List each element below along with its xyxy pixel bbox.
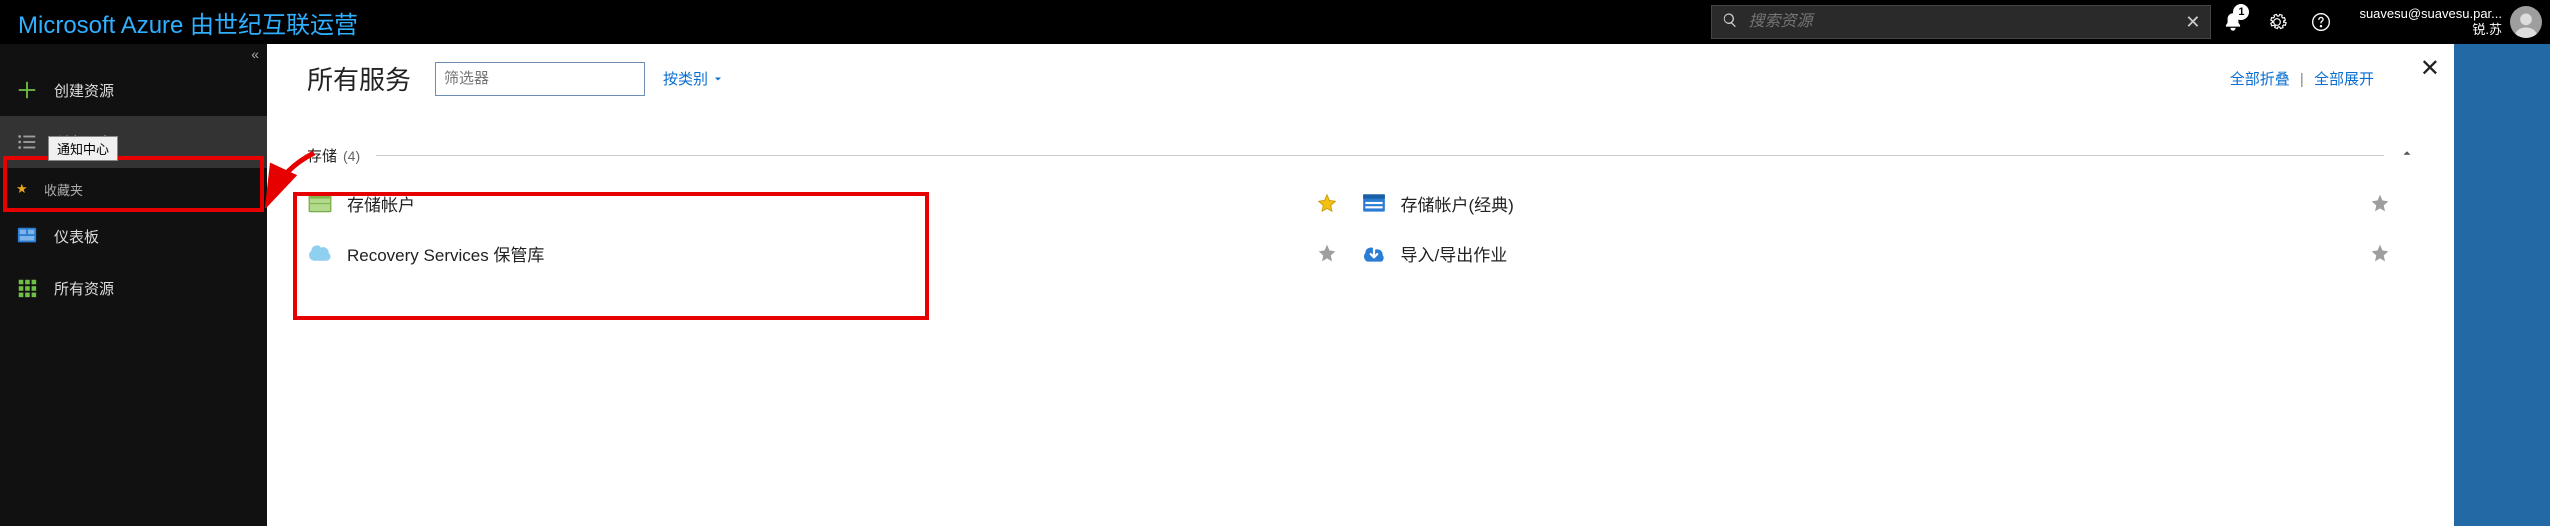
sidebar-item-all-resources[interactable]: 所有资源 [0,262,267,314]
service-grid: 存储帐户 存储帐户(经典) Recovery Services 保管库 导入/导出作业 [267,172,2454,284]
storage-account-icon [307,190,333,216]
storage-account-classic-icon [1361,190,1387,216]
notification-badge: 1 [2233,4,2249,20]
blade-actions: 全部折叠 | 全部展开 [2230,68,2374,89]
category-name: 存储 [307,145,337,166]
user-email: suavesu@suavesu.par... [2359,6,2502,22]
notifications-button[interactable]: 1 [2211,0,2255,44]
user-info: suavesu@suavesu.par... 锐.苏 [2359,6,2502,37]
sidebar-item-dashboard[interactable]: 仪表板 [0,210,267,262]
help-button[interactable] [2299,0,2343,44]
global-search-input[interactable] [1738,13,2185,31]
service-label: 存储帐户(经典) [1401,191,2371,216]
app-body: « 创建资源 通知中心 所有服务 ★ 收藏夹 仪表板 [0,44,2550,526]
sidebar-item-label: 创建资源 [54,80,114,101]
service-item[interactable]: Recovery Services 保管库 [307,228,1361,278]
sidebar: « 创建资源 通知中心 所有服务 ★ 收藏夹 仪表板 [0,44,267,526]
sidebar-item-all-services[interactable]: 所有服务 [0,116,267,168]
favorite-star-toggle[interactable] [1317,243,1337,263]
sidebar-section-label: 收藏夹 [44,180,83,199]
list-icon [16,131,38,153]
sidebar-item-create-resource[interactable]: 创建资源 [0,64,267,116]
import-export-job-icon [1361,240,1387,266]
notification-center-tooltip: 通知中心 [48,136,118,161]
clear-search-icon[interactable]: ✕ [2185,12,2200,33]
sidebar-favorites-header: ★ 收藏夹 [0,168,267,210]
star-icon: ★ [16,181,30,197]
service-label: 存储帐户 [347,191,1317,216]
settings-button[interactable] [2255,0,2299,44]
account-menu[interactable]: suavesu@suavesu.par... 锐.苏 [2343,0,2550,44]
close-blade-button[interactable]: ✕ [2420,54,2440,83]
global-search[interactable]: ✕ [1711,5,2211,39]
collapse-category-button[interactable] [2400,146,2414,165]
user-display-name: 锐.苏 [2359,22,2502,38]
service-label: 导入/导出作业 [1401,241,2371,266]
dropdown-label: 按类别 [663,68,708,89]
sidebar-collapse-toggle[interactable]: « [0,44,267,64]
expand-all-link[interactable]: 全部展开 [2314,71,2374,88]
favorite-star-toggle[interactable] [2370,193,2390,213]
service-item[interactable]: 存储帐户(经典) [1361,178,2415,228]
category-count: (4) [343,148,360,164]
blade-title: 所有服务 [307,60,411,97]
separator: | [2300,71,2304,88]
search-icon [1722,12,1738,33]
service-label: Recovery Services 保管库 [347,241,1317,266]
all-services-blade: ✕ 所有服务 按类别 全部折叠 | 全部展开 存储 (4) [267,44,2454,526]
blade-header: 所有服务 按类别 全部折叠 | 全部展开 [267,44,2454,105]
category-header-storage: 存储 (4) [267,105,2454,172]
top-header: Microsoft Azure 由世纪互联运营 ✕ 1 suavesu@suav… [0,0,2550,44]
avatar [2510,6,2542,38]
grid-icon [16,277,38,299]
divider [376,155,2384,156]
recovery-services-vault-icon [307,240,333,266]
chevron-up-icon [2400,146,2414,160]
favorite-star-toggle[interactable] [2370,243,2390,263]
chevron-down-icon [712,73,724,85]
top-icon-bar: 1 [2211,0,2343,44]
favorite-star-toggle[interactable] [1317,193,1337,213]
right-strip [2454,44,2550,526]
sidebar-item-label: 仪表板 [54,226,99,247]
service-item[interactable]: 存储帐户 [307,178,1361,228]
dashboard-icon [16,225,38,247]
plus-icon [16,79,38,101]
filter-input[interactable] [435,62,645,96]
sidebar-item-label: 所有资源 [54,278,114,299]
collapse-all-link[interactable]: 全部折叠 [2230,71,2290,88]
sort-by-category-dropdown[interactable]: 按类别 [663,68,724,89]
service-item[interactable]: 导入/导出作业 [1361,228,2415,278]
brand-title[interactable]: Microsoft Azure 由世纪互联运营 [0,5,376,40]
